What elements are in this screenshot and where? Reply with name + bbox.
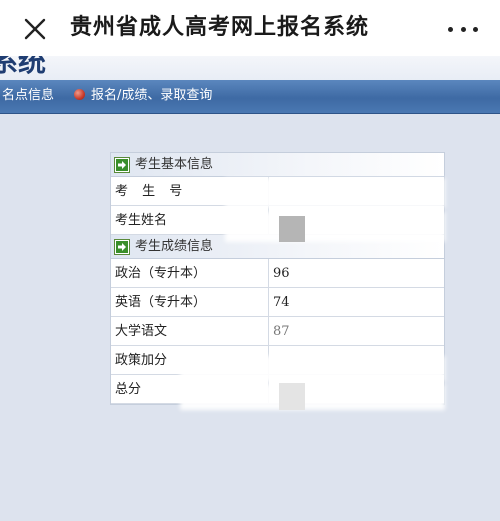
- section-heading-label: 考生基本信息: [135, 157, 214, 172]
- page-title: 贵州省成人高考网上报名系统: [70, 15, 370, 40]
- close-icon: [24, 18, 46, 40]
- section-heading-basic-info: 考生基本信息: [111, 153, 444, 177]
- nav-item-score-query[interactable]: 报名/成绩、录取查询: [74, 80, 212, 114]
- nav-item-registration-info[interactable]: 名点信息: [2, 80, 54, 114]
- nav-item-label: 名点信息: [2, 88, 55, 103]
- app-header: 贵州省成人高考网上报名系统: [0, 0, 500, 56]
- nav-item-label: 报名/成绩、录取查询: [91, 88, 213, 103]
- privacy-blur-overlay: [225, 178, 445, 208]
- redaction-block: [279, 383, 305, 410]
- redaction-block: [279, 216, 305, 242]
- close-button[interactable]: [20, 14, 50, 44]
- red-dot-icon: [74, 89, 85, 100]
- privacy-blur-overlay: [225, 212, 445, 242]
- field-value: 87: [273, 324, 290, 339]
- field-value: 96: [273, 266, 290, 281]
- privacy-blur-overlay: [180, 384, 445, 410]
- more-dot-icon: [473, 26, 478, 32]
- site-banner: 系统: [0, 56, 500, 80]
- table-row: 大学语文 87: [111, 317, 444, 346]
- more-dot-icon: [448, 26, 453, 32]
- field-label: 大学语文: [111, 317, 269, 345]
- green-arrow-icon: [114, 239, 130, 255]
- nav-bar: 名点信息 报名/成绩、录取查询: [0, 80, 500, 114]
- green-arrow-icon: [114, 157, 130, 173]
- field-value: 74: [273, 295, 290, 310]
- field-label: 英语（专升本）: [111, 288, 269, 316]
- table-row: 政治（专升本） 96: [111, 259, 444, 288]
- more-options-button[interactable]: [448, 18, 478, 40]
- section-heading-label: 考生成绩信息: [135, 239, 214, 254]
- privacy-blur-overlay: [180, 356, 445, 382]
- field-label: 政治（专升本）: [111, 259, 269, 287]
- site-banner-title: 系统: [0, 56, 47, 78]
- more-dot-icon: [460, 26, 466, 32]
- table-row: 英语（专升本） 74: [111, 288, 444, 317]
